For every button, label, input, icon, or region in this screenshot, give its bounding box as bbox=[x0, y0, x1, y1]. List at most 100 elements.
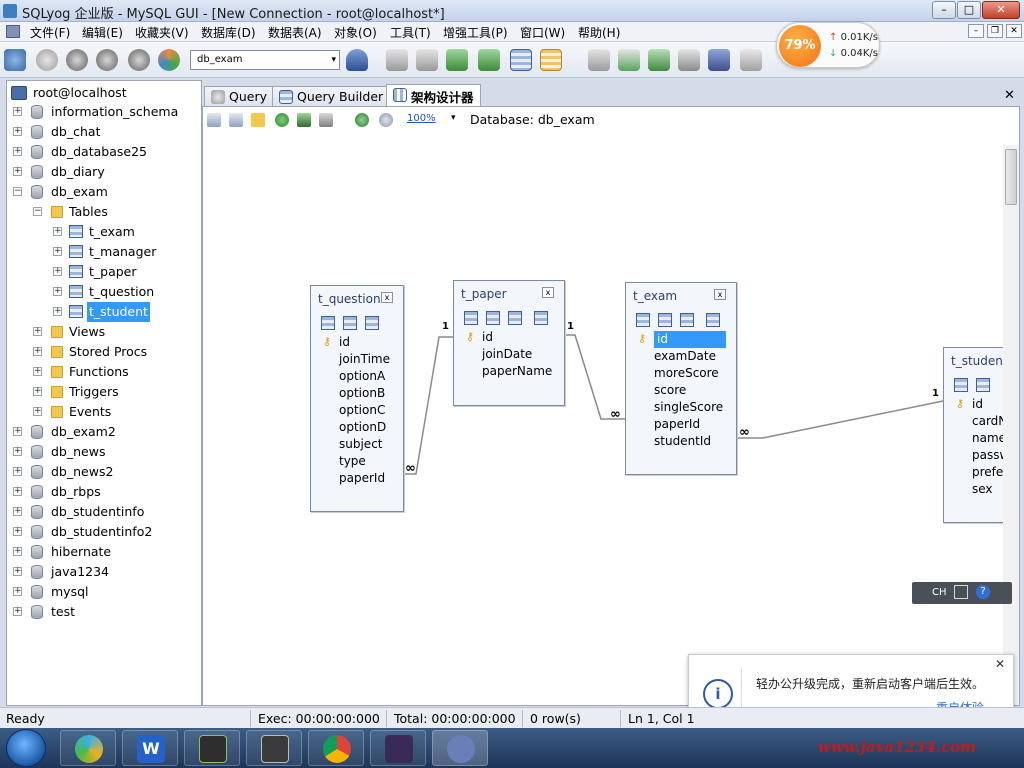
mdi-close-button[interactable]: ✕ bbox=[1006, 24, 1022, 38]
minimize-button[interactable]: – bbox=[932, 1, 956, 19]
taskbar-app-chrome[interactable] bbox=[308, 730, 364, 766]
table-columns-icon[interactable] bbox=[486, 311, 500, 325]
menu-favorites[interactable]: 收藏夹(V) bbox=[135, 24, 189, 41]
expand-icon[interactable]: + bbox=[13, 127, 22, 136]
close-table-icon[interactable]: x bbox=[542, 287, 554, 298]
execute-all-icon[interactable] bbox=[96, 49, 118, 71]
expand-icon[interactable]: + bbox=[13, 147, 22, 156]
execute-icon[interactable] bbox=[66, 49, 88, 71]
field-row[interactable]: ⚷ id bbox=[466, 329, 552, 346]
table-relation-icon[interactable] bbox=[534, 311, 548, 325]
menu-tools[interactable]: 工具(T) bbox=[390, 24, 431, 41]
expand-icon[interactable]: + bbox=[13, 427, 22, 436]
expand-icon[interactable]: + bbox=[13, 107, 22, 116]
expand-icon[interactable]: + bbox=[13, 487, 22, 496]
table-box-t-paper[interactable]: t_paper x ⚷ id joinDate paperName bbox=[453, 280, 565, 406]
field-row[interactable]: optionA bbox=[323, 368, 390, 385]
collapse-icon[interactable]: − bbox=[33, 207, 42, 216]
expand-icon[interactable]: + bbox=[13, 467, 22, 476]
menu-help[interactable]: 帮助(H) bbox=[578, 24, 620, 41]
menu-edit[interactable]: 编辑(E) bbox=[82, 24, 123, 41]
field-row[interactable]: optionB bbox=[323, 385, 390, 402]
schema-icon[interactable] bbox=[540, 49, 562, 71]
mdi-restore-button[interactable]: ❐ bbox=[987, 24, 1003, 38]
settings-icon[interactable] bbox=[36, 49, 58, 71]
menu-database[interactable]: 数据库(D) bbox=[201, 24, 256, 41]
field-row[interactable]: optionC bbox=[323, 402, 390, 419]
field-row[interactable]: score bbox=[638, 382, 726, 399]
table-index-icon[interactable] bbox=[365, 316, 379, 330]
rel-question-paper[interactable] bbox=[404, 336, 453, 475]
maximize-button[interactable]: □ bbox=[957, 1, 981, 19]
field-row[interactable]: paperId bbox=[323, 470, 390, 487]
taskbar-app-sqlyog[interactable] bbox=[432, 730, 488, 766]
collapse-icon[interactable]: − bbox=[13, 187, 22, 196]
menu-file[interactable]: 文件(F) bbox=[30, 24, 70, 41]
restore-icon[interactable] bbox=[618, 49, 640, 71]
expand-icon[interactable]: + bbox=[53, 267, 62, 276]
table-box-t-exam[interactable]: t_exam x ⚷ id examDate moreScore score si… bbox=[625, 282, 737, 475]
expand-icon[interactable]: + bbox=[53, 287, 62, 296]
field-row-selected[interactable]: ⚷ id bbox=[638, 331, 726, 348]
migration-icon[interactable] bbox=[708, 49, 730, 71]
schema-designer-canvas[interactable]: 100% ▾ Database: db_exam 1 ∞ 1 ∞ ∞ 1 t_qu… bbox=[202, 106, 1020, 706]
table-icon[interactable] bbox=[510, 49, 532, 71]
ime-toolbar[interactable]: CH ? bbox=[912, 582, 1012, 604]
table-box-t-question[interactable]: t_question x ⚷ id joinTime optionA option… bbox=[310, 285, 404, 512]
field-row[interactable]: joinTime bbox=[323, 351, 390, 368]
notification-close-icon[interactable]: ✕ bbox=[995, 657, 1005, 671]
taskbar-app-notepad[interactable] bbox=[246, 730, 302, 766]
menu-window[interactable]: 窗口(W) bbox=[520, 24, 565, 41]
new-connection-icon[interactable] bbox=[4, 49, 26, 71]
field-row[interactable]: singleScore bbox=[638, 399, 726, 416]
expand-icon[interactable]: + bbox=[33, 367, 42, 376]
expand-icon[interactable]: + bbox=[13, 527, 22, 536]
expand-icon[interactable]: + bbox=[13, 547, 22, 556]
table-columns-icon[interactable] bbox=[658, 313, 672, 327]
field-row[interactable]: studentId bbox=[638, 433, 726, 450]
table-columns-icon[interactable] bbox=[343, 316, 357, 330]
expand-icon[interactable]: + bbox=[13, 507, 22, 516]
expand-icon[interactable]: + bbox=[13, 607, 22, 616]
table-edit-icon[interactable] bbox=[636, 313, 650, 327]
expand-icon[interactable]: + bbox=[13, 587, 22, 596]
close-table-icon[interactable]: x bbox=[714, 289, 726, 300]
expand-icon[interactable]: + bbox=[33, 327, 42, 336]
transfer-icon[interactable] bbox=[648, 49, 670, 71]
taskbar-app-terminal[interactable] bbox=[184, 730, 240, 766]
rel-exam-student[interactable] bbox=[736, 400, 944, 439]
scrollbar-thumb[interactable] bbox=[1005, 149, 1017, 205]
expand-icon[interactable]: + bbox=[13, 167, 22, 176]
expand-icon[interactable]: + bbox=[13, 447, 22, 456]
color-icon[interactable] bbox=[158, 49, 180, 71]
backup-icon[interactable] bbox=[588, 49, 610, 71]
table-index-icon[interactable] bbox=[508, 311, 522, 325]
vertical-scrollbar[interactable] bbox=[1003, 145, 1019, 705]
taskbar-app-360[interactable] bbox=[60, 730, 116, 766]
stop-icon[interactable] bbox=[128, 49, 150, 71]
mdi-minimize-button[interactable]: – bbox=[968, 24, 984, 38]
close-table-icon[interactable]: x bbox=[381, 292, 393, 303]
menu-power-tools[interactable]: 增强工具(P) bbox=[443, 24, 508, 41]
field-row[interactable]: paperName bbox=[466, 363, 552, 380]
taskbar-app-wps[interactable]: W bbox=[122, 730, 178, 766]
scheduler-icon[interactable] bbox=[678, 49, 700, 71]
taskbar-app-eclipse[interactable] bbox=[370, 730, 426, 766]
field-row[interactable]: moreScore bbox=[638, 365, 726, 382]
expand-icon[interactable]: + bbox=[33, 387, 42, 396]
tab-query-builder[interactable]: Query Builder bbox=[272, 86, 391, 106]
expand-icon[interactable]: + bbox=[33, 347, 42, 356]
db-import-icon[interactable] bbox=[416, 49, 438, 71]
expand-icon[interactable]: + bbox=[13, 567, 22, 576]
close-button[interactable]: ✕ bbox=[982, 1, 1020, 19]
help-icon[interactable]: ? bbox=[976, 585, 990, 599]
menu-object[interactable]: 对象(O) bbox=[334, 24, 377, 41]
network-speed-widget[interactable]: 79% ↑ 0.01K/s ↓ 0.04K/s bbox=[776, 22, 880, 68]
field-row[interactable]: ⚷ id bbox=[323, 334, 390, 351]
start-button[interactable] bbox=[6, 729, 46, 767]
ime-settings-icon[interactable] bbox=[954, 585, 968, 599]
table-index-icon[interactable] bbox=[680, 313, 694, 327]
expand-icon[interactable]: + bbox=[53, 247, 62, 256]
menu-table[interactable]: 数据表(A) bbox=[268, 24, 322, 41]
expand-icon[interactable]: + bbox=[33, 407, 42, 416]
